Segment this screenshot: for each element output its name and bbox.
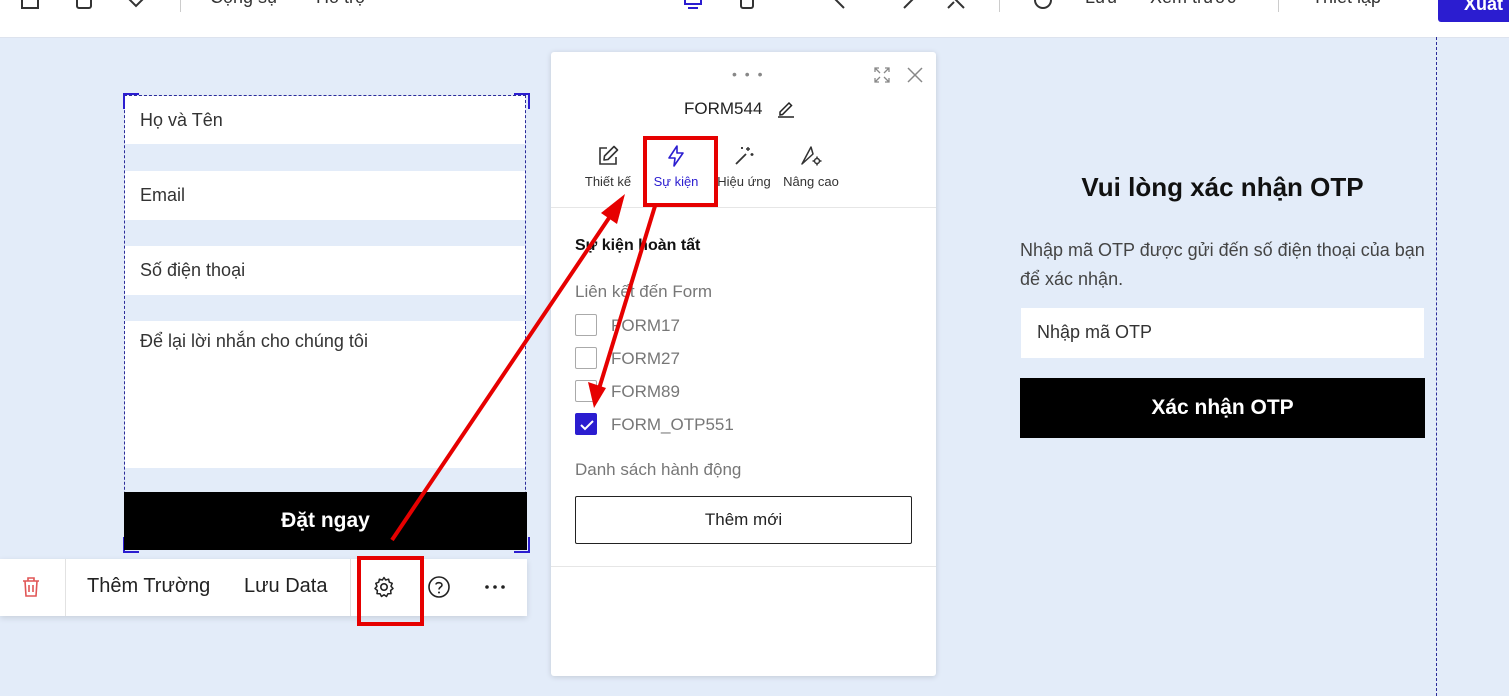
- checkbox[interactable]: [575, 347, 597, 369]
- message-field[interactable]: Để lại lời nhắn cho chúng tôi: [125, 321, 525, 468]
- history-icon[interactable]: [1033, 0, 1053, 10]
- magic-wand-icon: [735, 147, 754, 165]
- checkbox-label: FORM27: [611, 349, 680, 368]
- checkbox-label: FORM_OTP551: [611, 415, 734, 434]
- checkmark-icon: [580, 420, 594, 431]
- fullscreen-icon[interactable]: [946, 0, 966, 10]
- order-now-button[interactable]: Đặt ngay: [124, 492, 527, 550]
- panel-divider: [551, 566, 936, 567]
- otp-description: Nhập mã OTP được gửi đến số điện thoại c…: [1020, 240, 1425, 289]
- pencil-square-icon: [599, 145, 619, 165]
- trash-icon[interactable]: [19, 575, 43, 599]
- pen-gear-icon: [801, 146, 822, 166]
- tab-label: Nâng cao: [783, 174, 839, 189]
- checkbox-label: FORM89: [611, 382, 680, 401]
- tab-advanced[interactable]: Nâng cao: [776, 144, 846, 189]
- checkbox-checked[interactable]: [575, 413, 597, 435]
- expand-icon[interactable]: [873, 66, 891, 84]
- element-toolbar: Thêm Trường Lưu Data: [0, 559, 527, 616]
- save-button[interactable]: Lưu: [1085, 0, 1117, 8]
- highlight-box: [643, 136, 718, 207]
- menu-colleague[interactable]: Cộng sự: [210, 0, 279, 8]
- section-guide-line: [1436, 37, 1437, 696]
- tab-divider: [551, 207, 936, 208]
- divider: [180, 0, 181, 12]
- copy-icon[interactable]: [73, 0, 93, 10]
- layers-icon[interactable]: [126, 0, 146, 10]
- actions-label: Danh sách hành động: [575, 460, 742, 479]
- divider: [65, 559, 66, 616]
- divider: [350, 559, 351, 616]
- checkbox[interactable]: [575, 380, 597, 402]
- drag-handle-icon[interactable]: • • •: [732, 66, 764, 82]
- export-button[interactable]: Xuất: [1438, 0, 1509, 22]
- redo-icon[interactable]: [898, 0, 918, 10]
- add-field-button[interactable]: Thêm Trường: [87, 575, 210, 598]
- checkbox-label: FORM17: [611, 316, 680, 335]
- tab-design[interactable]: Thiết kế: [573, 144, 643, 189]
- settings-button[interactable]: Thiết lập: [1312, 0, 1381, 8]
- checkbox[interactable]: [575, 314, 597, 336]
- layout-icon[interactable]: [20, 0, 40, 10]
- section-title: Sự kiện hoàn tất: [575, 237, 701, 254]
- email-field[interactable]: Email: [125, 171, 525, 220]
- edit-name-icon[interactable]: [776, 98, 796, 118]
- divider: [999, 0, 1000, 12]
- confirm-otp-button[interactable]: Xác nhận OTP: [1020, 378, 1425, 438]
- preview-button[interactable]: Xem trước: [1150, 0, 1236, 8]
- form-name: FORM544: [684, 99, 763, 118]
- name-field[interactable]: Họ và Tên: [125, 96, 525, 144]
- highlight-box: [357, 556, 424, 626]
- tab-label: Thiết kế: [584, 174, 632, 189]
- divider: [1278, 0, 1279, 12]
- more-icon[interactable]: [483, 575, 507, 599]
- otp-input[interactable]: Nhập mã OTP: [1021, 308, 1424, 358]
- menu-support[interactable]: Hỗ trợ: [316, 0, 367, 8]
- top-toolbar: Cộng sự Hỗ trợ Lưu Xem trước Thiết lập X…: [0, 0, 1509, 38]
- mobile-icon[interactable]: [737, 0, 757, 10]
- tab-effects[interactable]: Hiệu ứng: [709, 144, 779, 189]
- add-action-button[interactable]: Thêm mới: [575, 496, 912, 544]
- help-icon[interactable]: [427, 575, 451, 599]
- tab-label: Hiệu ứng: [717, 174, 771, 189]
- desktop-icon[interactable]: [683, 0, 703, 10]
- close-icon[interactable]: [906, 66, 924, 84]
- otp-title: Vui lòng xác nhận OTP: [1081, 172, 1364, 202]
- form-settings-panel: • • • FORM544 Thiết kế Sự kiện Hiệu ứng: [551, 52, 936, 676]
- save-data-button[interactable]: Lưu Data: [244, 575, 327, 598]
- link-to-form-label: Liên kết đến Form: [575, 282, 713, 301]
- phone-field[interactable]: Số điện thoại: [125, 246, 525, 295]
- undo-icon[interactable]: [830, 0, 850, 10]
